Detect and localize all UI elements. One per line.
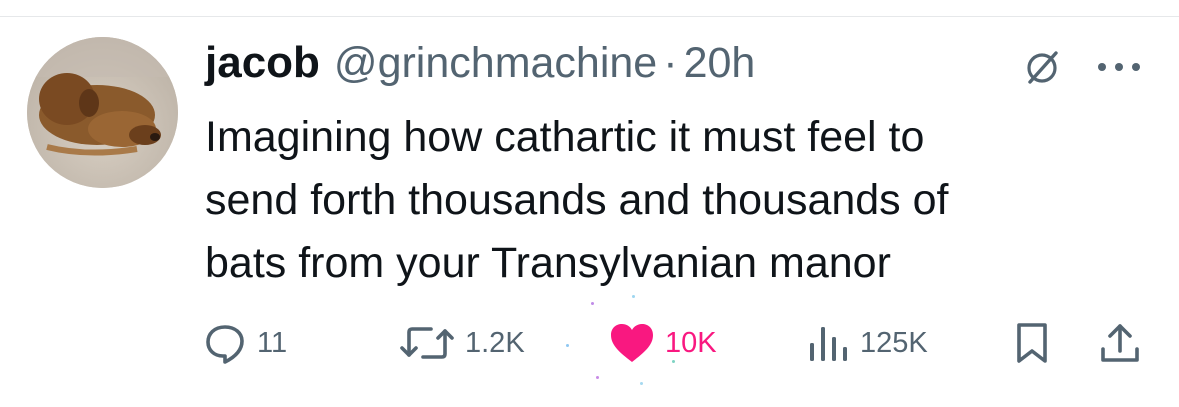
tweet-text-line: bats from your Transylvanian manor (205, 239, 891, 287)
tweet-text-line: send forth thousands and thousands of (205, 176, 949, 224)
separator-dot: · (663, 39, 678, 87)
share-icon (1098, 321, 1142, 365)
tweet-text: Imagining how cathartic it must feel to … (205, 106, 1135, 295)
sparkle-dot (596, 376, 599, 379)
sparkle-dot (591, 302, 594, 305)
reply-count: 11 (257, 326, 288, 359)
more-dots-icon[interactable] (1096, 60, 1142, 72)
repost-button[interactable]: 1.2K (399, 318, 525, 368)
repost-count: 1.2K (465, 326, 525, 359)
timestamp[interactable]: 20h (684, 39, 756, 88)
views-count: 125K (860, 326, 928, 359)
top-divider (0, 16, 1179, 17)
views-button[interactable]: 125K (806, 318, 928, 368)
like-count: 10K (665, 326, 717, 359)
bookmark-button[interactable] (1014, 318, 1050, 368)
tweet-header: jacob @grinchmachine · 20h (205, 38, 755, 90)
sparkle-dot (632, 295, 635, 298)
author-name[interactable]: jacob (205, 38, 320, 88)
reply-button[interactable]: 11 (203, 318, 287, 368)
share-button[interactable] (1098, 318, 1142, 368)
action-bar: 11 1.2K 10K 125K (0, 295, 1179, 385)
views-bar-chart-icon (806, 321, 850, 365)
sparkle-dot (672, 360, 675, 363)
repost-icon (399, 321, 455, 365)
grok-icon[interactable] (1022, 47, 1062, 87)
author-handle[interactable]: @grinchmachine (334, 39, 657, 88)
reply-icon (203, 321, 247, 365)
sparkle-dot (640, 382, 643, 385)
avatar[interactable] (27, 37, 178, 188)
sparkle-dot (566, 344, 569, 347)
like-button[interactable]: 10K (609, 318, 717, 368)
tweet-text-line: Imagining how cathartic it must feel to (205, 113, 925, 161)
heart-filled-icon (609, 322, 655, 364)
avatar-dog-image (27, 37, 178, 188)
bookmark-icon (1014, 321, 1050, 365)
